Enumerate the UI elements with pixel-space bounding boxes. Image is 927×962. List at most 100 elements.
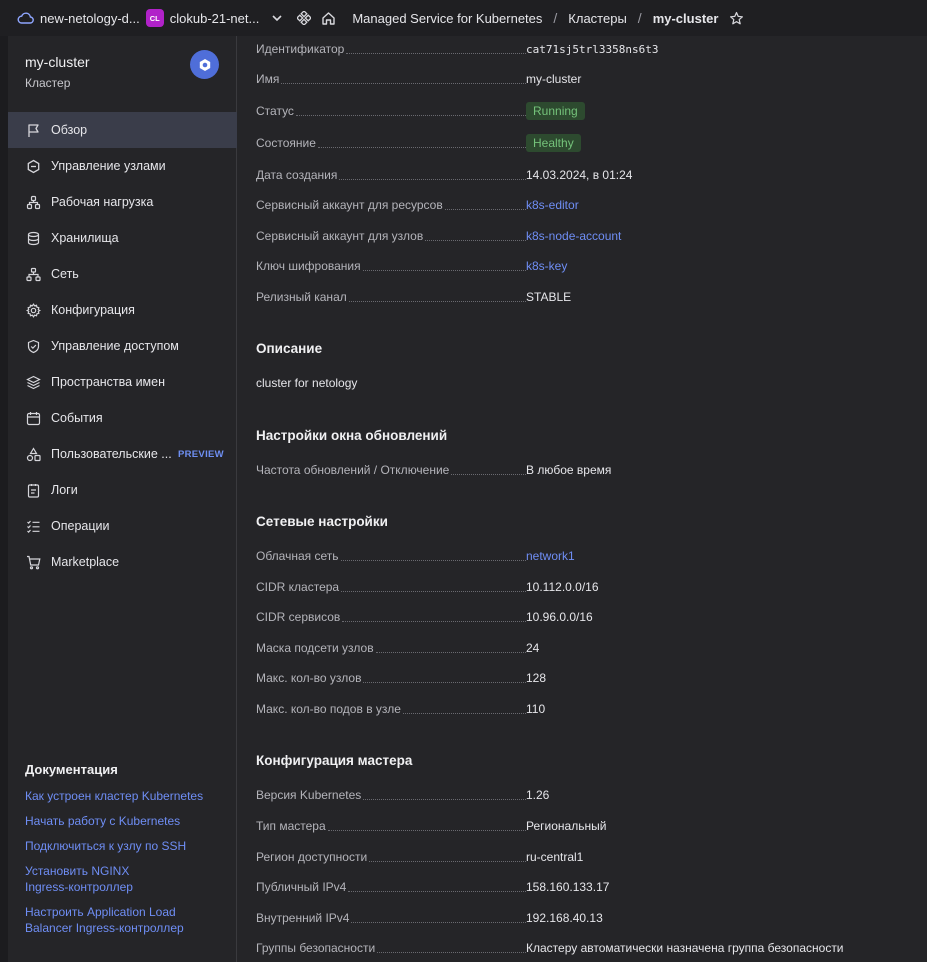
- doc-link[interactable]: Подключиться к узлу по SSH: [25, 838, 225, 854]
- sidebar-item-label: Операции: [51, 519, 110, 533]
- description-text: cluster for netology: [256, 376, 358, 390]
- breadcrumb-clusters[interactable]: Кластеры: [568, 11, 627, 26]
- cidr-cluster-value: 10.112.0.0/16: [526, 580, 599, 594]
- cidr-services-value: 10.96.0.0/16: [526, 610, 593, 624]
- field-label: CIDR кластера: [256, 580, 340, 594]
- doc-link[interactable]: Как устроен кластер Kubernetes: [25, 788, 225, 804]
- cloud-network-link[interactable]: network1: [526, 549, 575, 563]
- cluster-header: my-cluster Кластер: [25, 54, 90, 90]
- field-row-channel: Релизный канал STABLE: [256, 287, 906, 307]
- shapes-icon: [25, 446, 41, 462]
- doc-link[interactable]: Установить NGINX Ingress-контроллер: [25, 863, 175, 895]
- documentation-title: Документация: [25, 762, 118, 777]
- field-label: Группы безопасности: [256, 941, 376, 955]
- field-label: CIDR сервисов: [256, 610, 341, 624]
- cluster-subtitle: Кластер: [25, 76, 71, 90]
- field-label: Ключ шифрования: [256, 259, 361, 273]
- services-icon[interactable]: [297, 11, 312, 25]
- sidebar-item-label: События: [51, 411, 103, 425]
- sidebar-item-node-management[interactable]: Управление узлами: [8, 148, 237, 184]
- network-icon: [25, 266, 41, 282]
- sidebar-item-workload[interactable]: Рабочая нагрузка: [8, 184, 237, 220]
- section-title-maintenance: Настройки окна обновлений: [256, 428, 448, 443]
- shield-icon: [25, 338, 41, 354]
- doc-link[interactable]: Настроить Application Load Balancer Ingr…: [25, 904, 190, 936]
- workload-icon: [25, 194, 41, 210]
- documentation-section: Документация Как устроен кластер Kuberne…: [25, 762, 225, 945]
- public-ip-value[interactable]: 158.160.133.17: [526, 880, 609, 894]
- field-label: Статус: [256, 104, 294, 118]
- sidebar-item-events[interactable]: События: [8, 400, 237, 436]
- cart-icon: [25, 554, 41, 570]
- sidebar-item-custom-resources[interactable]: Пользовательские ... PREVIEW: [8, 436, 237, 472]
- field-label: Облачная сеть: [256, 549, 339, 563]
- service-account-resources-link[interactable]: k8s-editor: [526, 198, 579, 212]
- cluster-name-value: my-cluster: [526, 72, 582, 86]
- field-label: Сервисный аккаунт для ресурсов: [256, 198, 443, 212]
- sidebar-item-label: Управление узлами: [51, 159, 166, 173]
- field-row-subnet-mask: Маска подсети узлов 24: [256, 638, 906, 658]
- logs-icon: [25, 482, 41, 498]
- main-content: Идентификатор cat71sj5trl3358ns6t3 Имя m…: [238, 36, 927, 962]
- sidebar: my-cluster Кластер Обзор Управление узла…: [8, 36, 237, 962]
- field-row-id: Идентификатор cat71sj5trl3358ns6t3: [256, 39, 906, 59]
- sidebar-item-label: Пользовательские ...: [51, 447, 172, 461]
- doc-link[interactable]: Начать работу с Kubernetes: [25, 813, 225, 829]
- folder-badge: CL: [145, 9, 164, 27]
- encryption-key-link[interactable]: k8s-key: [526, 259, 567, 273]
- field-row-cidr-cluster: CIDR кластера 10.112.0.0/16: [256, 577, 906, 597]
- created-value: 14.03.2024, в 01:24: [526, 168, 633, 182]
- folder-selector[interactable]: CL clokub-21-net...: [145, 0, 260, 36]
- operations-icon: [25, 518, 41, 534]
- sidebar-item-storage[interactable]: Хранилища: [8, 220, 237, 256]
- sidebar-item-network[interactable]: Сеть: [8, 256, 237, 292]
- folder-name: clokub-21-net...: [169, 10, 260, 26]
- max-nodes-value: 128: [526, 671, 547, 685]
- sidebar-item-access[interactable]: Управление доступом: [8, 328, 237, 364]
- nodes-icon: [25, 158, 41, 174]
- field-row-internal-ip: Внутренний IPv4 192.168.40.13: [256, 908, 906, 928]
- cluster-id-value[interactable]: cat71sj5trl3358ns6t3: [526, 43, 658, 56]
- field-row-public-ip: Публичный IPv4 158.160.133.17: [256, 877, 906, 897]
- max-pods-value: 110: [526, 702, 546, 716]
- field-label: Регион доступности: [256, 850, 368, 864]
- sidebar-item-label: Хранилища: [51, 231, 119, 245]
- security-groups-value: Кластеру автоматически назначена группа …: [526, 941, 844, 955]
- sidebar-item-namespaces[interactable]: Пространства имен: [8, 364, 237, 400]
- field-row-sa-resources: Сервисный аккаунт для ресурсов k8s-edito…: [256, 195, 906, 215]
- sidebar-item-configuration[interactable]: Конфигурация: [8, 292, 237, 328]
- subnet-mask-value: 24: [526, 641, 540, 655]
- kubernetes-icon: [190, 50, 219, 79]
- field-label: Дата создания: [256, 168, 338, 182]
- release-channel-value: STABLE: [526, 290, 572, 304]
- sidebar-nav: Обзор Управление узлами Рабочая нагрузка…: [8, 112, 237, 580]
- gear-icon: [25, 302, 41, 318]
- field-row-health: Состояние Healthy: [256, 133, 906, 153]
- cloud-name: new-netology-d...: [40, 10, 140, 26]
- field-label: Сервисный аккаунт для узлов: [256, 229, 424, 243]
- sidebar-item-overview[interactable]: Обзор: [8, 112, 237, 148]
- sidebar-item-marketplace[interactable]: Marketplace: [8, 544, 237, 580]
- sidebar-item-label: Обзор: [51, 123, 88, 137]
- sidebar-item-label: Логи: [51, 483, 78, 497]
- field-row-max-nodes: Макс. кол-во узлов 128: [256, 668, 906, 688]
- field-label: Релизный канал: [256, 290, 347, 304]
- preview-badge: PREVIEW: [178, 448, 224, 460]
- chevron-down-icon[interactable]: [271, 12, 283, 24]
- region-value: ru-central1: [526, 850, 584, 864]
- database-icon: [25, 230, 41, 246]
- internal-ip-value[interactable]: 192.168.40.13: [526, 911, 603, 925]
- breadcrumb-service[interactable]: Managed Service for Kubernetes: [352, 11, 542, 26]
- field-label: Внутренний IPv4: [256, 911, 350, 925]
- service-account-nodes-link[interactable]: k8s-node-account: [526, 229, 621, 243]
- star-icon[interactable]: [729, 11, 744, 26]
- sidebar-item-operations[interactable]: Операции: [8, 508, 237, 544]
- cloud-selector[interactable]: new-netology-d...: [17, 0, 140, 36]
- top-bar: new-netology-d... CL clokub-21-net... Ma…: [0, 0, 927, 36]
- maintenance-value: В любое время: [526, 463, 612, 477]
- field-row-maintenance: Частота обновлений / Отключение В любое …: [256, 460, 906, 480]
- field-label: Версия Kubernetes: [256, 788, 362, 802]
- field-label: Макс. кол-во подов в узле: [256, 702, 401, 716]
- sidebar-item-logs[interactable]: Логи: [8, 472, 237, 508]
- home-icon[interactable]: [321, 11, 336, 26]
